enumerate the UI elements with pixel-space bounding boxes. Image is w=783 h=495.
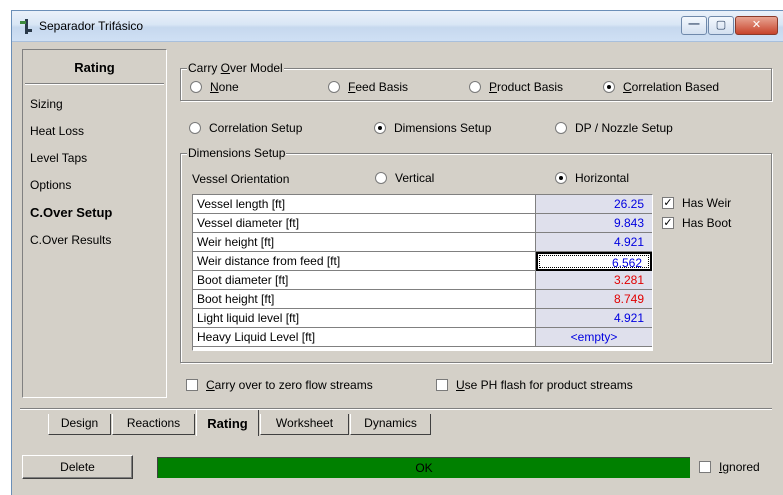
close-button[interactable]: ✕ bbox=[735, 16, 778, 35]
ignored-label: Ignored bbox=[719, 460, 760, 474]
vessel-diameter-field[interactable]: 9.843 bbox=[536, 214, 652, 233]
carry-over-zero-flow-checkbox[interactable]: Carry over to zero flow streams bbox=[186, 378, 373, 392]
tab-dynamics[interactable]: Dynamics bbox=[350, 414, 431, 435]
boot-height-field[interactable]: 8.749 bbox=[536, 290, 652, 309]
radio-product-basis-indicator bbox=[469, 81, 481, 93]
radio-dp-nozzle-setup-label: DP / Nozzle Setup bbox=[575, 121, 673, 135]
separator-app-icon bbox=[20, 19, 32, 34]
has-weir-label: Has Weir bbox=[682, 196, 732, 210]
window-controls: — ▢ ✕ bbox=[680, 16, 778, 36]
radio-feed-basis[interactable]: Feed Basis bbox=[328, 80, 408, 94]
row-label: Vessel length [ft] bbox=[193, 195, 536, 214]
row-label: Vessel diameter [ft] bbox=[193, 214, 536, 233]
carry-over-model-group: Carry Over Model None Feed Basis Product… bbox=[180, 61, 772, 101]
ignored-box bbox=[699, 461, 711, 473]
tab-design[interactable]: Design bbox=[48, 414, 111, 435]
table-row: Boot height [ft] 8.749 bbox=[193, 290, 652, 309]
tab-rating[interactable]: Rating bbox=[196, 410, 259, 436]
has-weir-checkbox[interactable]: ✓ Has Weir bbox=[662, 196, 731, 210]
boot-diameter-field[interactable]: 3.281 bbox=[536, 271, 652, 290]
tab-strip-border bbox=[20, 408, 772, 410]
title-bar[interactable]: Separador Trifásico — ▢ ✕ bbox=[12, 11, 783, 42]
has-boot-label: Has Boot bbox=[682, 216, 732, 230]
dimensions-setup-title: Dimensions Setup bbox=[187, 146, 287, 160]
radio-feed-basis-indicator bbox=[328, 81, 340, 93]
carry-over-zero-flow-label: Carry over to zero flow streams bbox=[206, 378, 373, 392]
radio-correlation-based-indicator bbox=[603, 81, 615, 93]
table-row: Vessel length [ft] 26.25 bbox=[193, 195, 652, 214]
table-row: Heavy Liquid Level [ft] <empty> bbox=[193, 328, 652, 347]
sidebar-item-options[interactable]: Options bbox=[30, 178, 71, 192]
weir-distance-field[interactable]: 6.562 bbox=[536, 252, 652, 271]
close-icon: ✕ bbox=[751, 19, 762, 31]
light-liquid-level-field[interactable]: 4.921 bbox=[536, 309, 652, 328]
sidebar-header: Rating bbox=[74, 60, 115, 75]
table-row: Light liquid level [ft] 4.921 bbox=[193, 309, 652, 328]
minimize-button[interactable]: — bbox=[681, 16, 707, 35]
tab-worksheet[interactable]: Worksheet bbox=[260, 414, 349, 435]
radio-vertical-indicator bbox=[375, 172, 387, 184]
heavy-liquid-level-field[interactable]: <empty> bbox=[536, 328, 652, 347]
window-title: Separador Trifásico bbox=[39, 19, 144, 33]
row-label: Weir distance from feed [ft] bbox=[193, 252, 536, 271]
radio-dimensions-setup[interactable]: Dimensions Setup bbox=[374, 121, 491, 135]
radio-correlation-based[interactable]: Correlation Based bbox=[603, 80, 719, 94]
sidebar-item-level-taps[interactable]: Level Taps bbox=[30, 151, 87, 165]
radio-correlation-setup-indicator bbox=[189, 122, 201, 134]
carry-over-zero-flow-box bbox=[186, 379, 198, 391]
radio-horizontal-indicator bbox=[555, 172, 567, 184]
row-label: Boot height [ft] bbox=[193, 290, 536, 309]
radio-feed-basis-label: Feed Basis bbox=[348, 80, 409, 94]
radio-product-basis-label: Product Basis bbox=[489, 80, 564, 94]
radio-none-indicator bbox=[190, 81, 202, 93]
radio-horizontal[interactable]: Horizontal bbox=[555, 171, 629, 185]
table-row: Weir height [ft] 4.921 bbox=[193, 233, 652, 252]
tab-reactions[interactable]: Reactions bbox=[112, 414, 195, 435]
delete-button[interactable]: Delete bbox=[22, 455, 133, 479]
table-row: Boot diameter [ft] 3.281 bbox=[193, 271, 652, 290]
carry-over-model-title: Carry Over Model bbox=[187, 61, 284, 75]
use-ph-flash-label: Use PH flash for product streams bbox=[456, 378, 633, 392]
radio-product-basis[interactable]: Product Basis bbox=[469, 80, 563, 94]
has-weir-check-icon: ✓ bbox=[662, 197, 674, 209]
maximize-icon: ▢ bbox=[715, 19, 727, 31]
row-label: Heavy Liquid Level [ft] bbox=[193, 328, 536, 347]
minimize-icon: — bbox=[688, 18, 700, 30]
has-boot-check-icon: ✓ bbox=[662, 217, 674, 229]
dimensions-grid: Vessel length [ft] 26.25 Vessel diameter… bbox=[192, 194, 653, 351]
row-label: Boot diameter [ft] bbox=[193, 271, 536, 290]
vessel-length-field[interactable]: 26.25 bbox=[536, 195, 652, 214]
use-ph-flash-box bbox=[436, 379, 448, 391]
radio-dimensions-setup-indicator bbox=[374, 122, 386, 134]
sidebar-item-cover-results[interactable]: C.Over Results bbox=[30, 233, 111, 247]
radio-dimensions-setup-label: Dimensions Setup bbox=[394, 121, 492, 135]
radio-vertical[interactable]: Vertical bbox=[375, 171, 434, 185]
sidebar-divider bbox=[25, 83, 164, 85]
use-ph-flash-checkbox[interactable]: Use PH flash for product streams bbox=[436, 378, 633, 392]
table-row: Weir distance from feed [ft] 6.562 bbox=[193, 252, 652, 271]
radio-correlation-based-label: Correlation Based bbox=[623, 80, 720, 94]
ignored-checkbox[interactable]: Ignored bbox=[699, 460, 760, 474]
weir-height-field[interactable]: 4.921 bbox=[536, 233, 652, 252]
sidebar-item-heat-loss[interactable]: Heat Loss bbox=[30, 124, 84, 138]
radio-none[interactable]: None bbox=[190, 80, 239, 94]
radio-correlation-setup[interactable]: Correlation Setup bbox=[189, 121, 302, 135]
has-boot-checkbox[interactable]: ✓ Has Boot bbox=[662, 216, 731, 230]
radio-correlation-setup-label: Correlation Setup bbox=[209, 121, 303, 135]
table-row: Vessel diameter [ft] 9.843 bbox=[193, 214, 652, 233]
radio-dp-nozzle-setup-indicator bbox=[555, 122, 567, 134]
row-label: Weir height [ft] bbox=[193, 233, 536, 252]
radio-vertical-label: Vertical bbox=[395, 171, 435, 185]
radio-horizontal-label: Horizontal bbox=[575, 171, 630, 185]
radio-dp-nozzle-setup[interactable]: DP / Nozzle Setup bbox=[555, 121, 673, 135]
sidebar-item-cover-setup[interactable]: C.Over Setup bbox=[30, 205, 112, 220]
vessel-orientation-label: Vessel Orientation bbox=[192, 172, 290, 186]
row-label: Light liquid level [ft] bbox=[193, 309, 536, 328]
radio-none-label: None bbox=[210, 80, 239, 94]
sidebar-item-sizing[interactable]: Sizing bbox=[30, 97, 63, 111]
maximize-button[interactable]: ▢ bbox=[708, 16, 734, 35]
rating-sidebar: Rating Sizing Heat Loss Level Taps Optio… bbox=[22, 49, 167, 398]
status-bar: OK bbox=[157, 457, 690, 478]
